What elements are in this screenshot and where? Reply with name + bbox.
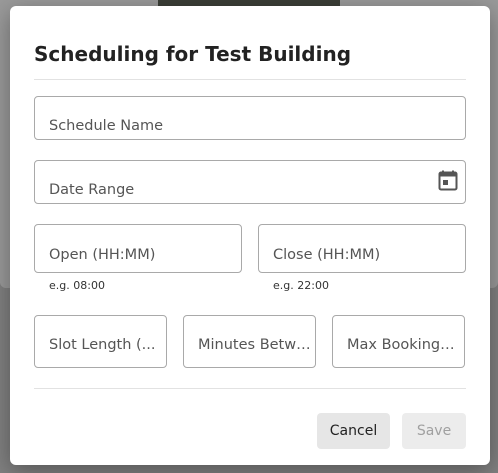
dialog-title: Scheduling for Test Building (34, 42, 352, 66)
schedule-name-label: Schedule Name (49, 118, 164, 134)
schedule-name-field[interactable]: Schedule Name (34, 96, 466, 140)
title-divider (34, 79, 466, 80)
scheduling-dialog: Scheduling for Test Building Schedule Na… (10, 6, 490, 465)
cancel-button[interactable]: Cancel (317, 413, 390, 449)
calendar-icon[interactable] (438, 170, 458, 192)
open-time-helper: e.g. 08:00 (49, 279, 105, 292)
max-bookings-field[interactable]: Max Bookings ... (332, 315, 465, 368)
save-button[interactable]: Save (402, 413, 466, 449)
close-time-field[interactable]: Close (HH:MM) (258, 224, 466, 273)
open-time-field[interactable]: Open (HH:MM) (34, 224, 242, 273)
close-time-helper: e.g. 22:00 (273, 279, 329, 292)
minutes-between-label: Minutes Betwe... (198, 337, 312, 353)
close-time-label: Close (HH:MM) (273, 247, 381, 263)
actions-divider (34, 388, 466, 389)
slot-length-field[interactable]: Slot Length (... (34, 315, 167, 368)
open-time-label: Open (HH:MM) (49, 247, 156, 263)
slot-length-label: Slot Length (... (49, 337, 156, 353)
date-range-label: Date Range (49, 182, 135, 198)
max-bookings-label: Max Bookings ... (347, 337, 461, 353)
date-range-field[interactable]: Date Range (34, 160, 466, 204)
minutes-between-field[interactable]: Minutes Betwe... (183, 315, 316, 368)
